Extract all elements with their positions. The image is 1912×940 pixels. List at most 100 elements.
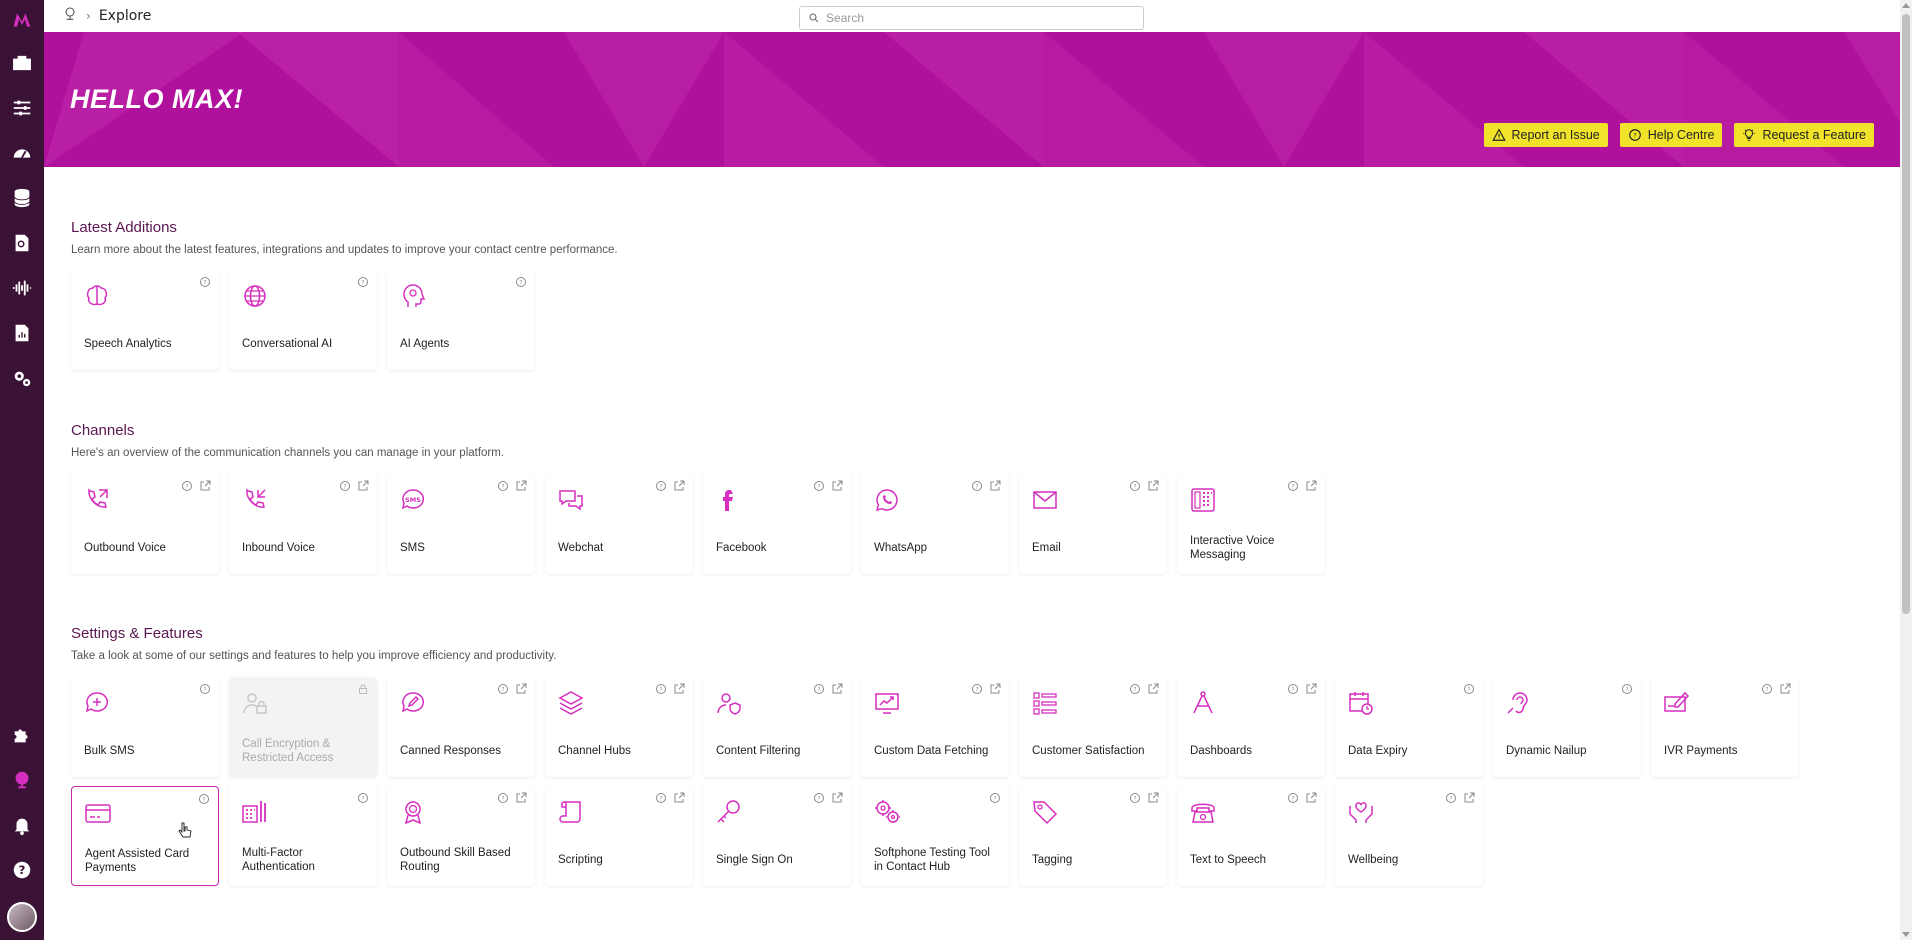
nav-audio[interactable] <box>0 265 44 310</box>
help-icon[interactable]: ? <box>971 683 983 695</box>
external-link-icon[interactable] <box>673 683 685 695</box>
help-icon[interactable]: ? <box>655 480 667 492</box>
external-link-icon[interactable] <box>1147 683 1159 695</box>
help-icon[interactable]: ? <box>357 792 369 804</box>
external-link-icon[interactable] <box>1779 683 1791 695</box>
help-icon[interactable]: ? <box>971 480 983 492</box>
nav-admin[interactable] <box>0 355 44 400</box>
card-email[interactable]: ? Email <box>1019 474 1167 574</box>
nav-settings-sliders[interactable] <box>0 85 44 130</box>
card-text-to-speech[interactable]: ? Text to Speech <box>1177 786 1325 886</box>
external-link-icon[interactable] <box>831 683 843 695</box>
external-link-icon[interactable] <box>673 792 685 804</box>
external-link-icon[interactable] <box>515 683 527 695</box>
help-icon[interactable]: ? <box>198 793 210 805</box>
card-ai-agents[interactable]: ? AI Agents <box>387 270 535 370</box>
help-icon[interactable]: ? <box>1463 683 1475 695</box>
card-multi-factor-authentication[interactable]: ? Multi-Factor Authentication <box>229 786 377 886</box>
external-link-icon[interactable] <box>1305 480 1317 492</box>
external-link-icon[interactable] <box>989 480 1001 492</box>
card-outbound-voice[interactable]: ? Outbound Voice <box>71 474 219 574</box>
card-scripting[interactable]: ? Scripting <box>545 786 693 886</box>
help-icon[interactable]: ? <box>1621 683 1633 695</box>
help-icon[interactable]: ? <box>1287 683 1299 695</box>
card-data-expiry[interactable]: ? Data Expiry <box>1335 677 1483 777</box>
card-speech-analytics[interactable]: ? Speech Analytics <box>71 270 219 370</box>
scrollbar-thumb[interactable] <box>1902 14 1910 614</box>
help-icon[interactable]: ? <box>1287 480 1299 492</box>
card-content-filtering[interactable]: ? Content Filtering <box>703 677 851 777</box>
external-link-icon[interactable] <box>357 480 369 492</box>
card-call-encryption-restricted-access[interactable]: Call Encryption & Restricted Access <box>229 677 377 777</box>
card-outbound-skill-based-routing[interactable]: ? Outbound Skill Based Routing <box>387 786 535 886</box>
help-icon[interactable]: ? <box>655 792 667 804</box>
nav-help[interactable]: ? <box>0 847 44 892</box>
nav-briefcase[interactable] <box>0 40 44 85</box>
nav-notifications[interactable] <box>0 802 44 847</box>
card-custom-data-fetching[interactable]: ? Custom Data Fetching <box>861 677 1009 777</box>
page-scrollbar[interactable] <box>1900 0 1912 940</box>
app-logo[interactable] <box>0 0 44 40</box>
help-icon[interactable]: ? <box>199 683 211 695</box>
card-whatsapp[interactable]: ? WhatsApp <box>861 474 1009 574</box>
breadcrumb-home[interactable] <box>62 6 78 26</box>
help-icon[interactable]: ? <box>813 480 825 492</box>
external-link-icon[interactable] <box>199 480 211 492</box>
help-icon[interactable]: ? <box>813 683 825 695</box>
card-inbound-voice[interactable]: ? Inbound Voice <box>229 474 377 574</box>
external-link-icon[interactable] <box>1147 480 1159 492</box>
external-link-icon[interactable] <box>831 792 843 804</box>
card-canned-responses[interactable]: ? Canned Responses <box>387 677 535 777</box>
search-input[interactable] <box>826 11 1126 25</box>
help-icon[interactable]: ? <box>339 480 351 492</box>
nav-database[interactable] <box>0 175 44 220</box>
card-sms[interactable]: SMS? SMS <box>387 474 535 574</box>
card-customer-satisfaction[interactable]: ? Customer Satisfaction <box>1019 677 1167 777</box>
help-icon[interactable]: ? <box>1287 792 1299 804</box>
request-feature-button[interactable]: Request a Feature <box>1734 123 1874 147</box>
card-tagging[interactable]: ? Tagging <box>1019 786 1167 886</box>
card-dynamic-nailup[interactable]: ? Dynamic Nailup <box>1493 677 1641 777</box>
help-icon[interactable]: ? <box>989 792 1001 804</box>
help-icon[interactable]: ? <box>357 276 369 288</box>
help-icon[interactable]: ? <box>1129 792 1141 804</box>
nav-documents[interactable] <box>0 220 44 265</box>
external-link-icon[interactable] <box>1463 792 1475 804</box>
help-icon[interactable]: ? <box>199 276 211 288</box>
nav-reports[interactable] <box>0 310 44 355</box>
external-link-icon[interactable] <box>1147 792 1159 804</box>
external-link-icon[interactable] <box>1305 683 1317 695</box>
card-wellbeing[interactable]: ? Wellbeing <box>1335 786 1483 886</box>
scroll-down-arrow[interactable] <box>1902 932 1910 937</box>
external-link-icon[interactable] <box>989 683 1001 695</box>
external-link-icon[interactable] <box>515 792 527 804</box>
card-interactive-voice-messaging[interactable]: ? Interactive Voice Messaging <box>1177 474 1325 574</box>
nav-integrations[interactable] <box>0 712 44 757</box>
help-icon[interactable]: ? <box>497 792 509 804</box>
scroll-up-arrow[interactable] <box>1902 3 1910 8</box>
card-agent-assisted-card-payments[interactable]: ? Agent Assisted Card Payments <box>71 786 219 886</box>
help-icon[interactable]: ? <box>515 276 527 288</box>
card-channel-hubs[interactable]: ? Channel Hubs <box>545 677 693 777</box>
card-bulk-sms[interactable]: ? Bulk SMS <box>71 677 219 777</box>
external-link-icon[interactable] <box>673 480 685 492</box>
report-issue-button[interactable]: Report an Issue <box>1483 123 1608 147</box>
help-icon[interactable]: ? <box>497 683 509 695</box>
card-conversational-ai[interactable]: ? Conversational AI <box>229 270 377 370</box>
help-icon[interactable]: ? <box>655 683 667 695</box>
card-dashboards[interactable]: ? Dashboards <box>1177 677 1325 777</box>
external-link-icon[interactable] <box>515 480 527 492</box>
help-icon[interactable]: ? <box>1761 683 1773 695</box>
external-link-icon[interactable] <box>1305 792 1317 804</box>
help-icon[interactable]: ? <box>497 480 509 492</box>
card-facebook[interactable]: ? Facebook <box>703 474 851 574</box>
external-link-icon[interactable] <box>831 480 843 492</box>
card-single-sign-on[interactable]: ? Single Sign On <box>703 786 851 886</box>
card-softphone-testing-tool-in-contact-hub[interactable]: ? Softphone Testing Tool in Contact Hub <box>861 786 1009 886</box>
help-icon[interactable]: ? <box>1129 480 1141 492</box>
help-icon[interactable]: ? <box>1445 792 1457 804</box>
nav-dashboard[interactable] <box>0 130 44 175</box>
card-webchat[interactable]: ? Webchat <box>545 474 693 574</box>
nav-explore[interactable] <box>0 757 44 802</box>
help-icon[interactable]: ? <box>1129 683 1141 695</box>
